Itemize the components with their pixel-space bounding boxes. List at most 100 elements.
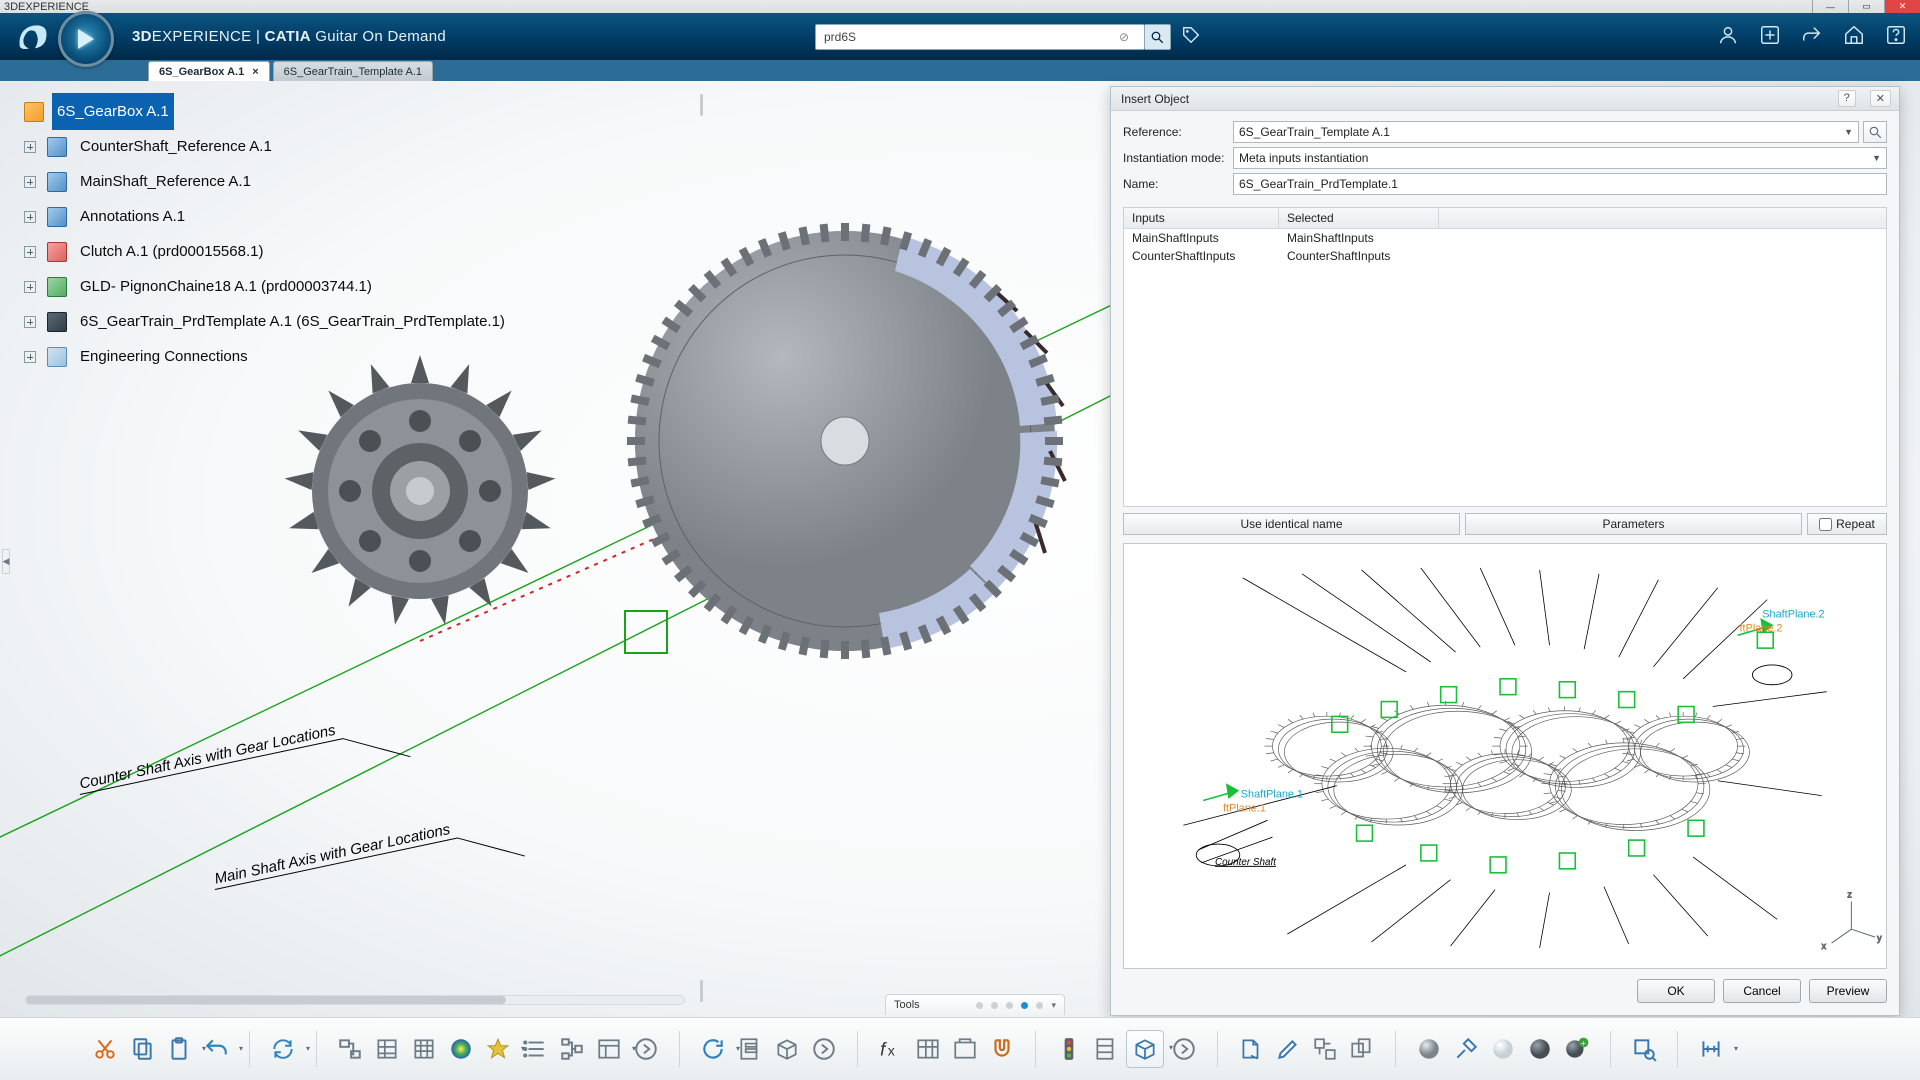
window-close-button[interactable]: ✕	[1884, 0, 1920, 13]
dialog-titlebar[interactable]: Insert Object ? ✕	[1111, 87, 1899, 111]
cut-button[interactable]	[88, 1032, 122, 1066]
tool-material-icon[interactable]	[444, 1032, 478, 1066]
preview-label-shaftplane2b: ftPlane.2	[1740, 622, 1783, 634]
help-icon[interactable]	[1884, 23, 1908, 47]
name-field[interactable]: 6S_GearTrain_PrdTemplate.1	[1233, 173, 1887, 195]
analyze-button[interactable]	[1627, 1032, 1661, 1066]
tab-gearbox[interactable]: 6S_GearBox A.1 ×	[148, 61, 270, 81]
reference-dropdown[interactable]: 6S_GearTrain_Template A.1 ▼	[1233, 121, 1859, 143]
left-collapse-handle[interactable]: ◀	[2, 549, 10, 574]
undo-button[interactable]: ▾	[199, 1032, 233, 1066]
traffic-light-icon[interactable]	[1052, 1032, 1086, 1066]
tree-root[interactable]: 6S_GearBox A.1	[24, 94, 510, 129]
tool-panel-icon[interactable]: ▾	[592, 1032, 626, 1066]
tree-node[interactable]: CounterShaft_Reference A.1	[24, 129, 510, 164]
add-icon[interactable]	[1758, 23, 1782, 47]
tree-node[interactable]: Clutch A.1 (prd00015568.1)	[24, 234, 510, 269]
user-icon[interactable]	[1716, 23, 1740, 47]
paste-button[interactable]: ▾	[162, 1032, 196, 1066]
update-button[interactable]: ▾	[266, 1032, 300, 1066]
sphere-dark-icon[interactable]	[1523, 1032, 1557, 1066]
inputs-row[interactable]: CounterShaftInputs CounterShaftInputs	[1124, 247, 1886, 265]
window-minimize-button[interactable]: —	[1812, 0, 1848, 13]
knowledge-button[interactable]	[948, 1032, 982, 1066]
repeat-check-input[interactable]	[1819, 518, 1832, 531]
search-button[interactable]	[1145, 24, 1171, 50]
sphere-add-icon[interactable]: +	[1560, 1032, 1594, 1066]
tab-label: 6S_GearBox A.1	[159, 66, 244, 78]
expand-icon[interactable]	[24, 246, 36, 258]
eyedropper-button[interactable]	[1449, 1032, 1483, 1066]
view-cube-button[interactable]: ▾	[1126, 1030, 1164, 1068]
compass-button[interactable]	[58, 11, 114, 67]
tree-node[interactable]: GLD- PignonChaine18 A.1 (prd00003744.1)	[24, 269, 510, 304]
tab-close-icon[interactable]: ×	[252, 66, 258, 78]
tab-geartrain-template[interactable]: 6S_GearTrain_Template A.1	[273, 61, 433, 81]
search-clear-icon[interactable]: ⊘	[1119, 30, 1129, 44]
layers-button[interactable]: ▾	[1089, 1032, 1123, 1066]
tree-node[interactable]: Annotations A.1	[24, 199, 510, 234]
cancel-button[interactable]: Cancel	[1723, 979, 1801, 1003]
expand-icon[interactable]	[24, 351, 36, 363]
measure-button[interactable]: ▾	[1694, 1032, 1728, 1066]
splitter-handle-top[interactable]	[700, 94, 703, 116]
tool-favorite-icon[interactable]: ▾	[481, 1032, 515, 1066]
expand-icon[interactable]	[24, 281, 36, 293]
use-identical-name-button[interactable]: Use identical name	[1123, 513, 1460, 535]
magnet-button[interactable]	[985, 1032, 1019, 1066]
home-icon[interactable]	[1842, 23, 1866, 47]
tree-node-label: Annotations A.1	[75, 198, 190, 235]
sphere-white-icon[interactable]	[1486, 1032, 1520, 1066]
part-icon	[47, 172, 67, 192]
mode-dropdown[interactable]: Meta inputs instantiation ▼	[1233, 147, 1887, 169]
parameters-button[interactable]: Parameters	[1465, 513, 1802, 535]
tree-h-scrollbar[interactable]	[25, 995, 685, 1005]
tool-bom-icon[interactable]	[733, 1032, 767, 1066]
edit-feature-button[interactable]	[1271, 1032, 1305, 1066]
share-icon[interactable]	[1800, 23, 1824, 47]
catalog-button[interactable]	[1234, 1032, 1268, 1066]
preview-pane[interactable]: z y x	[1123, 543, 1887, 969]
inputs-row[interactable]: MainShaftInputs MainShaftInputs	[1124, 229, 1886, 247]
scrollbar-thumb[interactable]	[26, 996, 506, 1004]
search-input[interactable]	[815, 24, 1145, 50]
search-tag-icon[interactable]	[1181, 25, 1201, 50]
refresh-button[interactable]: ▾	[696, 1032, 730, 1066]
inputs-table[interactable]: Inputs Selected MainShaftInputs MainShaf…	[1123, 207, 1887, 507]
tool-table-icon[interactable]	[370, 1032, 404, 1066]
svg-text:y: y	[1877, 933, 1882, 943]
replace-button[interactable]	[1308, 1032, 1342, 1066]
svg-text:z: z	[1847, 890, 1851, 900]
expand-nav-icon-2[interactable]	[807, 1032, 841, 1066]
splitter-handle-bottom[interactable]	[700, 980, 703, 1002]
expand-icon[interactable]	[24, 316, 36, 328]
ok-button[interactable]: OK	[1637, 979, 1715, 1003]
tool-sheet-icon[interactable]	[407, 1032, 441, 1066]
section-pager-dots[interactable]	[976, 1002, 1043, 1009]
dialog-close-button[interactable]: ✕	[1870, 90, 1891, 107]
expand-nav-icon[interactable]	[629, 1032, 663, 1066]
instance-button[interactable]	[1345, 1032, 1379, 1066]
sphere-grey-icon[interactable]	[1412, 1032, 1446, 1066]
tool-links-icon[interactable]	[333, 1032, 367, 1066]
tool-list-icon[interactable]	[518, 1032, 552, 1066]
dialog-help-button[interactable]: ?	[1838, 90, 1856, 107]
tools-section-label[interactable]: Tools ▾	[885, 994, 1065, 1015]
tool-package-icon[interactable]	[770, 1032, 804, 1066]
formula-button[interactable]: fx	[874, 1032, 908, 1066]
repeat-checkbox[interactable]: Repeat	[1807, 513, 1887, 535]
tool-tree-icon[interactable]	[555, 1032, 589, 1066]
expand-icon[interactable]	[24, 141, 36, 153]
tree-node[interactable]: Engineering Connections	[24, 339, 510, 374]
expand-icon[interactable]	[24, 176, 36, 188]
preview-button[interactable]: Preview	[1809, 979, 1887, 1003]
tree-node[interactable]: 6S_GearTrain_PrdTemplate A.1 (6S_GearTra…	[24, 304, 510, 339]
tree-node[interactable]: MainShaft_Reference A.1	[24, 164, 510, 199]
design-table-button[interactable]	[911, 1032, 945, 1066]
expand-icon[interactable]	[24, 211, 36, 223]
copy-button[interactable]	[125, 1032, 159, 1066]
spec-tree[interactable]: 6S_GearBox A.1 CounterShaft_Reference A.…	[24, 94, 510, 374]
expand-nav-icon-3[interactable]	[1167, 1032, 1201, 1066]
reference-browse-button[interactable]	[1863, 121, 1887, 143]
window-maximize-button[interactable]: ▭	[1848, 0, 1884, 13]
